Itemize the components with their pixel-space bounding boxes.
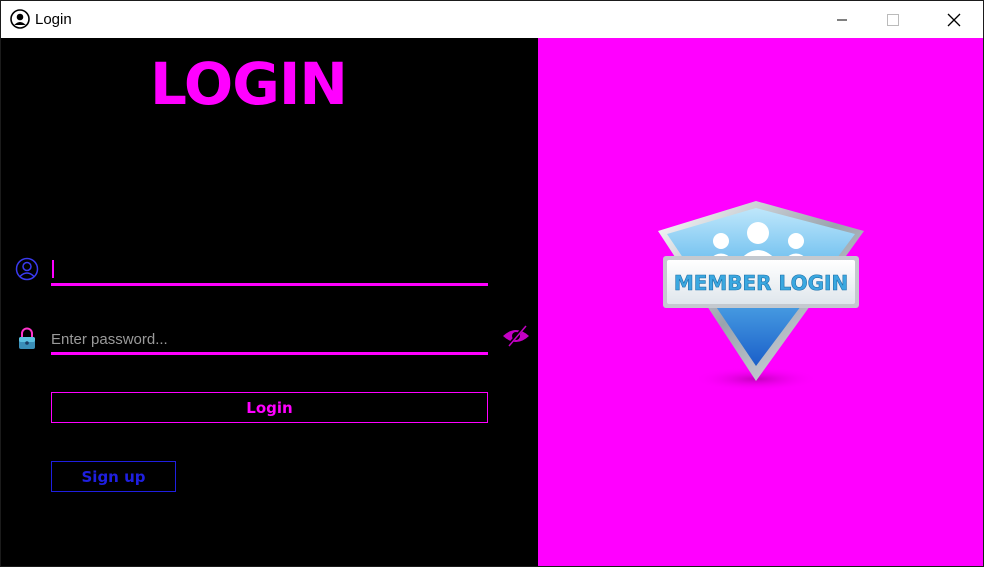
minimize-icon <box>837 19 847 20</box>
image-panel: MEMBER LOGIN <box>538 38 983 566</box>
user-circle-icon <box>15 257 39 281</box>
window-title: Login <box>35 11 72 28</box>
text-caret <box>52 260 54 278</box>
title-bar[interactable]: Login <box>1 1 983 38</box>
login-button[interactable]: Login <box>51 392 488 423</box>
password-field[interactable] <box>51 326 488 355</box>
login-window: Login LOGIN Login Sign up MEMBER LOGIN <box>0 0 984 567</box>
maximize-icon <box>887 13 899 26</box>
page-title: LOGIN <box>150 50 348 118</box>
user-circle-icon <box>10 9 30 29</box>
badge-text: MEMBER LOGIN <box>674 271 848 295</box>
lock-icon <box>19 327 35 349</box>
close-button[interactable] <box>931 1 977 38</box>
login-panel: LOGIN Login Sign up <box>1 38 538 566</box>
close-icon <box>947 13 961 26</box>
minimize-button[interactable] <box>819 1 865 38</box>
eye-slash-icon[interactable] <box>501 325 531 347</box>
maximize-button[interactable] <box>870 1 916 38</box>
member-login-badge: MEMBER LOGIN <box>658 201 864 391</box>
signup-button[interactable]: Sign up <box>51 461 176 492</box>
username-field[interactable] <box>51 257 488 286</box>
